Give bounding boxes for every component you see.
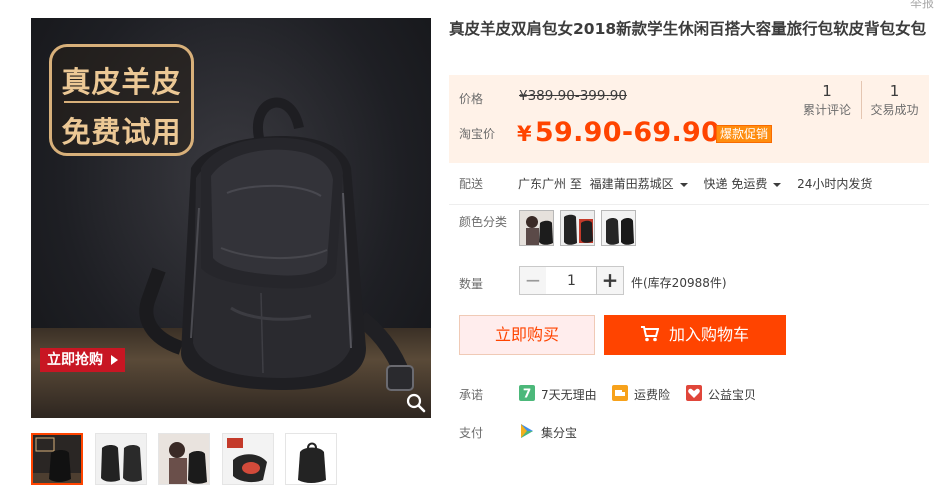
- thumbnail-4[interactable]: [222, 433, 274, 485]
- magnifier-icon[interactable]: [405, 392, 427, 414]
- flash-buy-label: 立即抢购: [47, 352, 103, 368]
- cart-icon: [640, 326, 660, 342]
- main-product-image[interactable]: 真皮羊皮 免费试用 立即抢购: [31, 18, 431, 418]
- sales-stat: 1 交易成功: [861, 81, 927, 119]
- reviews-stat[interactable]: 1 累计评论: [794, 81, 860, 119]
- shipping-label: 配送: [459, 177, 484, 191]
- jifenbao-icon: [521, 424, 533, 438]
- payment-method[interactable]: 集分宝: [541, 424, 577, 441]
- quantity-label: 数量: [459, 277, 484, 291]
- ship-method: 快递 免运费: [703, 177, 768, 191]
- charity-item-icon: [686, 385, 702, 401]
- quantity-decrease-button[interactable]: −: [519, 266, 547, 295]
- product-title: 真皮羊皮双肩包女2018新款学生休闲百搭大容量旅行包软皮背包女包: [449, 20, 927, 38]
- original-price: ¥389.90-399.90: [519, 88, 627, 104]
- reviews-label: 累计评论: [802, 103, 851, 117]
- ship-from: 广东广州 至: [518, 177, 582, 191]
- ship-to-select[interactable]: 福建莆田荔城区: [590, 177, 696, 191]
- badge-line-2: 免费试用: [61, 115, 182, 149]
- add-to-cart-button[interactable]: 加入购物车: [604, 315, 786, 355]
- thumbnail-1[interactable]: [31, 433, 83, 485]
- thumbnail-2[interactable]: [95, 433, 147, 485]
- shipping-row: 广东广州 至 福建莆田荔城区 快递 免运费 24小时内发货: [518, 175, 876, 192]
- currency-symbol: ¥: [517, 122, 532, 146]
- buy-now-button[interactable]: 立即购买: [459, 315, 595, 355]
- ship-to: 福建莆田荔城区: [589, 177, 674, 191]
- taobao-price-label: 淘宝价: [459, 127, 496, 141]
- promise-item-1[interactable]: 7天无理由: [541, 386, 597, 403]
- badge-line-1: 真皮羊皮: [61, 65, 182, 99]
- price-panel: 价格 ¥389.90-399.90 淘宝价 ¥59.90-69.90 爆款促销 …: [449, 75, 929, 163]
- color-option-3[interactable]: [601, 210, 636, 246]
- taobao-price: ¥59.90-69.90: [517, 117, 720, 150]
- freight-insurance-icon: [612, 385, 628, 401]
- quantity-increase-button[interactable]: +: [596, 266, 624, 295]
- color-label: 颜色分类: [459, 215, 508, 229]
- price-range: 59.90-69.90: [534, 117, 721, 148]
- stock-info: 件(库存20988件): [631, 276, 727, 290]
- arrow-right-icon: [111, 355, 118, 365]
- chevron-down-icon: [773, 182, 782, 187]
- chevron-down-icon: [679, 182, 688, 187]
- promo-tag: 爆款促销: [716, 125, 773, 143]
- divider: [449, 204, 929, 205]
- flash-buy-tag[interactable]: 立即抢购: [40, 348, 125, 372]
- add-to-cart-label: 加入购物车: [668, 325, 749, 344]
- seven-day-return-icon: 7: [519, 385, 535, 401]
- badge-divider: [64, 101, 179, 103]
- promise-item-2[interactable]: 运费险: [634, 386, 670, 403]
- thumbnail-3[interactable]: [158, 433, 210, 485]
- quantity-input[interactable]: [546, 266, 597, 295]
- promise-label: 承诺: [459, 388, 484, 402]
- svg-text:7: 7: [523, 387, 531, 401]
- color-option-1[interactable]: [519, 210, 554, 246]
- payment-label: 支付: [459, 426, 484, 440]
- sales-label: 交易成功: [870, 103, 919, 117]
- thumbnail-5[interactable]: [285, 433, 337, 485]
- promo-badge: 真皮羊皮 免费试用: [49, 44, 194, 156]
- price-label: 价格: [459, 92, 484, 106]
- promise-item-3[interactable]: 公益宝贝: [708, 386, 756, 403]
- ship-method-select[interactable]: 快递 免运费: [704, 177, 790, 191]
- reviews-count: 1: [822, 82, 832, 100]
- dispatch-time: 24小时内发货: [797, 177, 873, 191]
- sales-count: 1: [889, 82, 900, 100]
- report-link[interactable]: 举报: [910, 0, 934, 11]
- color-option-2[interactable]: [560, 210, 595, 246]
